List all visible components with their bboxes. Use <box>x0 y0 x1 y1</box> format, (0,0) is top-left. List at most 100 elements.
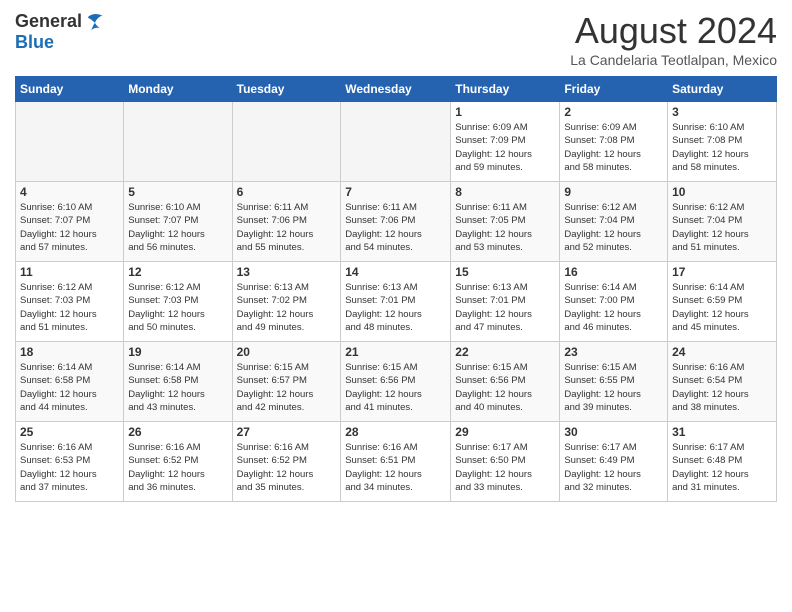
day-number: 31 <box>672 425 772 439</box>
day-info: Sunrise: 6:16 AM Sunset: 6:53 PM Dayligh… <box>20 441 119 494</box>
day-cell: 7 Sunrise: 6:11 AM Sunset: 7:06 PM Daylig… <box>341 182 451 262</box>
day-number: 17 <box>672 265 772 279</box>
day-info: Sunrise: 6:10 AM Sunset: 7:07 PM Dayligh… <box>128 201 227 254</box>
day-cell: 6 Sunrise: 6:11 AM Sunset: 7:06 PM Daylig… <box>232 182 341 262</box>
day-info: Sunrise: 6:13 AM Sunset: 7:01 PM Dayligh… <box>345 281 446 334</box>
day-number: 27 <box>237 425 337 439</box>
day-number: 22 <box>455 345 555 359</box>
day-number: 23 <box>564 345 663 359</box>
day-info: Sunrise: 6:15 AM Sunset: 6:56 PM Dayligh… <box>345 361 446 414</box>
day-cell: 16 Sunrise: 6:14 AM Sunset: 7:00 PM Dayli… <box>560 262 668 342</box>
logo: General Blue <box>15 10 106 53</box>
day-info: Sunrise: 6:10 AM Sunset: 7:08 PM Dayligh… <box>672 121 772 174</box>
day-cell <box>16 102 124 182</box>
day-info: Sunrise: 6:11 AM Sunset: 7:06 PM Dayligh… <box>345 201 446 254</box>
day-info: Sunrise: 6:12 AM Sunset: 7:04 PM Dayligh… <box>672 201 772 254</box>
day-cell: 1Sunrise: 6:09 AM Sunset: 7:09 PM Daylig… <box>451 102 560 182</box>
day-cell: 13 Sunrise: 6:13 AM Sunset: 7:02 PM Dayli… <box>232 262 341 342</box>
day-cell: 8 Sunrise: 6:11 AM Sunset: 7:05 PM Daylig… <box>451 182 560 262</box>
location-subtitle: La Candelaria Teotlalpan, Mexico <box>570 52 777 68</box>
week-row-5: 25 Sunrise: 6:16 AM Sunset: 6:53 PM Dayli… <box>16 422 777 502</box>
day-header-monday: Monday <box>124 77 232 102</box>
day-number: 8 <box>455 185 555 199</box>
day-number: 20 <box>237 345 337 359</box>
day-cell: 29 Sunrise: 6:17 AM Sunset: 6:50 PM Dayli… <box>451 422 560 502</box>
day-number: 12 <box>128 265 227 279</box>
day-info: Sunrise: 6:14 AM Sunset: 6:59 PM Dayligh… <box>672 281 772 334</box>
day-number: 16 <box>564 265 663 279</box>
header: General Blue August 2024 La Candelaria T… <box>15 10 777 68</box>
day-cell: 15Sunrise: 6:13 AM Sunset: 7:01 PM Dayli… <box>451 262 560 342</box>
day-cell: 17 Sunrise: 6:14 AM Sunset: 6:59 PM Dayli… <box>668 262 777 342</box>
logo-bird-icon <box>84 10 106 32</box>
day-number: 25 <box>20 425 119 439</box>
week-row-3: 11 Sunrise: 6:12 AM Sunset: 7:03 PM Dayli… <box>16 262 777 342</box>
day-cell: 5Sunrise: 6:10 AM Sunset: 7:07 PM Daylig… <box>124 182 232 262</box>
day-number: 30 <box>564 425 663 439</box>
day-cell: 27 Sunrise: 6:16 AM Sunset: 6:52 PM Dayli… <box>232 422 341 502</box>
day-header-saturday: Saturday <box>668 77 777 102</box>
day-cell: 28 Sunrise: 6:16 AM Sunset: 6:51 PM Dayli… <box>341 422 451 502</box>
week-row-1: 1Sunrise: 6:09 AM Sunset: 7:09 PM Daylig… <box>16 102 777 182</box>
day-info: Sunrise: 6:15 AM Sunset: 6:55 PM Dayligh… <box>564 361 663 414</box>
day-info: Sunrise: 6:17 AM Sunset: 6:49 PM Dayligh… <box>564 441 663 494</box>
day-cell: 24Sunrise: 6:16 AM Sunset: 6:54 PM Dayli… <box>668 342 777 422</box>
day-cell <box>232 102 341 182</box>
day-number: 29 <box>455 425 555 439</box>
day-number: 28 <box>345 425 446 439</box>
day-cell: 25 Sunrise: 6:16 AM Sunset: 6:53 PM Dayli… <box>16 422 124 502</box>
day-cell: 20 Sunrise: 6:15 AM Sunset: 6:57 PM Dayli… <box>232 342 341 422</box>
month-title: August 2024 <box>570 10 777 52</box>
day-info: Sunrise: 6:16 AM Sunset: 6:52 PM Dayligh… <box>237 441 337 494</box>
day-cell: 14 Sunrise: 6:13 AM Sunset: 7:01 PM Dayli… <box>341 262 451 342</box>
day-number: 4 <box>20 185 119 199</box>
day-cell: 3 Sunrise: 6:10 AM Sunset: 7:08 PM Daylig… <box>668 102 777 182</box>
day-header-tuesday: Tuesday <box>232 77 341 102</box>
day-number: 7 <box>345 185 446 199</box>
day-number: 3 <box>672 105 772 119</box>
day-header-thursday: Thursday <box>451 77 560 102</box>
day-info: Sunrise: 6:17 AM Sunset: 6:50 PM Dayligh… <box>455 441 555 494</box>
day-info: Sunrise: 6:17 AM Sunset: 6:48 PM Dayligh… <box>672 441 772 494</box>
day-info: Sunrise: 6:13 AM Sunset: 7:02 PM Dayligh… <box>237 281 337 334</box>
day-info: Sunrise: 6:09 AM Sunset: 7:08 PM Dayligh… <box>564 121 663 174</box>
day-info: Sunrise: 6:15 AM Sunset: 6:56 PM Dayligh… <box>455 361 555 414</box>
day-number: 19 <box>128 345 227 359</box>
day-header-friday: Friday <box>560 77 668 102</box>
week-row-4: 18 Sunrise: 6:14 AM Sunset: 6:58 PM Dayli… <box>16 342 777 422</box>
day-number: 6 <box>237 185 337 199</box>
day-cell: 10Sunrise: 6:12 AM Sunset: 7:04 PM Dayli… <box>668 182 777 262</box>
day-info: Sunrise: 6:12 AM Sunset: 7:03 PM Dayligh… <box>20 281 119 334</box>
day-cell: 2Sunrise: 6:09 AM Sunset: 7:08 PM Daylig… <box>560 102 668 182</box>
day-cell: 4Sunrise: 6:10 AM Sunset: 7:07 PM Daylig… <box>16 182 124 262</box>
calendar-table: SundayMondayTuesdayWednesdayThursdayFrid… <box>15 76 777 502</box>
day-cell: 26Sunrise: 6:16 AM Sunset: 6:52 PM Dayli… <box>124 422 232 502</box>
day-cell: 22 Sunrise: 6:15 AM Sunset: 6:56 PM Dayli… <box>451 342 560 422</box>
day-number: 21 <box>345 345 446 359</box>
day-info: Sunrise: 6:14 AM Sunset: 6:58 PM Dayligh… <box>128 361 227 414</box>
title-area: August 2024 La Candelaria Teotlalpan, Me… <box>570 10 777 68</box>
day-cell: 19 Sunrise: 6:14 AM Sunset: 6:58 PM Dayli… <box>124 342 232 422</box>
day-info: Sunrise: 6:11 AM Sunset: 7:05 PM Dayligh… <box>455 201 555 254</box>
day-info: Sunrise: 6:14 AM Sunset: 6:58 PM Dayligh… <box>20 361 119 414</box>
day-info: Sunrise: 6:15 AM Sunset: 6:57 PM Dayligh… <box>237 361 337 414</box>
day-info: Sunrise: 6:16 AM Sunset: 6:54 PM Dayligh… <box>672 361 772 414</box>
day-number: 1 <box>455 105 555 119</box>
day-number: 13 <box>237 265 337 279</box>
header-row: SundayMondayTuesdayWednesdayThursdayFrid… <box>16 77 777 102</box>
day-cell: 23 Sunrise: 6:15 AM Sunset: 6:55 PM Dayli… <box>560 342 668 422</box>
day-cell: 18 Sunrise: 6:14 AM Sunset: 6:58 PM Dayli… <box>16 342 124 422</box>
day-cell: 11 Sunrise: 6:12 AM Sunset: 7:03 PM Dayli… <box>16 262 124 342</box>
day-info: Sunrise: 6:12 AM Sunset: 7:03 PM Dayligh… <box>128 281 227 334</box>
day-number: 9 <box>564 185 663 199</box>
day-number: 14 <box>345 265 446 279</box>
day-info: Sunrise: 6:16 AM Sunset: 6:51 PM Dayligh… <box>345 441 446 494</box>
day-number: 11 <box>20 265 119 279</box>
day-number: 18 <box>20 345 119 359</box>
day-info: Sunrise: 6:11 AM Sunset: 7:06 PM Dayligh… <box>237 201 337 254</box>
day-cell: 9Sunrise: 6:12 AM Sunset: 7:04 PM Daylig… <box>560 182 668 262</box>
day-info: Sunrise: 6:13 AM Sunset: 7:01 PM Dayligh… <box>455 281 555 334</box>
day-number: 26 <box>128 425 227 439</box>
day-cell <box>341 102 451 182</box>
day-info: Sunrise: 6:14 AM Sunset: 7:00 PM Dayligh… <box>564 281 663 334</box>
